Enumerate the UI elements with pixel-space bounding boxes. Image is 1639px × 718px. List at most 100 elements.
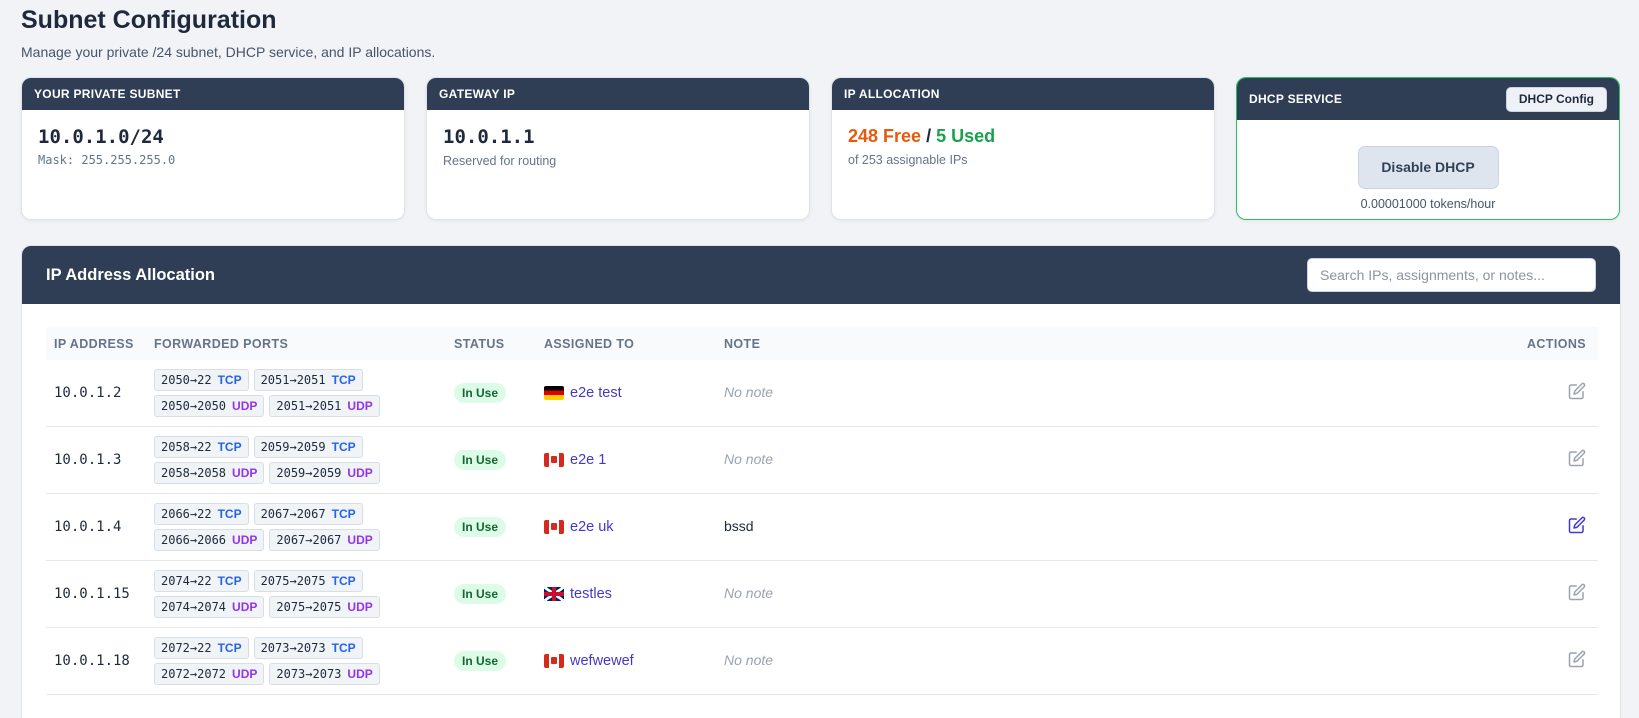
port-line: 2066→2066 UDP 2067→2067 UDP — [154, 529, 446, 551]
de-flag-icon — [544, 386, 564, 400]
edit-icon[interactable] — [1568, 516, 1586, 534]
search-input[interactable] — [1307, 258, 1596, 292]
free-count: 248 Free — [848, 126, 922, 146]
port-protocol: TCP — [331, 373, 356, 387]
port-chip: 2074→22 TCP — [154, 570, 249, 592]
port-mapping: 2058→22 — [161, 440, 212, 454]
ip-allocation-header: IP Address Allocation — [22, 246, 1620, 304]
port-chip: 2073→2073 TCP — [253, 637, 363, 659]
table-row: 10.0.1.15 2074→22 TCP 2075→2075 TCP 2074→2074… — [46, 561, 1598, 628]
gateway-card-header: GATEWAY IP — [427, 78, 809, 110]
edit-icon[interactable] — [1568, 650, 1586, 668]
ip-address: 10.0.1.3 — [54, 452, 122, 468]
port-mapping: 2066→2066 — [161, 533, 227, 547]
port-chip: 2072→22 TCP — [154, 637, 249, 659]
table-row: 10.0.1.2 2050→22 TCP 2051→2051 TCP 2050→2050 U… — [46, 360, 1598, 427]
port-chip: 2059→2059 UDP — [269, 462, 380, 484]
status-badge: In Use — [454, 584, 507, 604]
port-mapping: 2067→2067 — [276, 533, 342, 547]
port-protocol: UDP — [232, 667, 258, 681]
port-mapping: 2073→2073 — [276, 667, 342, 681]
port-protocol: TCP — [217, 373, 242, 387]
port-chip: 2067→2067 TCP — [253, 503, 363, 525]
port-mapping: 2058→2058 — [161, 466, 227, 480]
dhcp-card: DHCP SERVICE DHCP Config Disable DHCP 0.… — [1236, 77, 1620, 220]
port-mapping: 2051→2051 — [260, 373, 326, 387]
note: No note — [724, 652, 774, 668]
subnet-value: 10.0.1.0/24 — [38, 126, 164, 148]
assigned-to: e2e uk — [544, 519, 716, 535]
port-chip: 2072→2072 UDP — [154, 663, 265, 685]
port-chip: 2066→22 TCP — [154, 503, 249, 525]
port-mapping: 2072→22 — [161, 641, 212, 655]
port-mapping: 2074→22 — [161, 574, 212, 588]
port-mapping: 2067→2067 — [260, 507, 326, 521]
table-row: 10.0.1.4 2066→22 TCP 2067→2067 TCP 2066→2066 U… — [46, 494, 1598, 561]
edit-icon[interactable] — [1568, 382, 1586, 400]
note: No note — [724, 585, 774, 601]
port-protocol: UDP — [347, 667, 373, 681]
port-chip: 2067→2067 UDP — [269, 529, 380, 551]
port-line: 2074→2074 UDP 2075→2075 UDP — [154, 596, 446, 618]
edit-icon[interactable] — [1568, 449, 1586, 467]
port-mapping: 2050→22 — [161, 373, 212, 387]
port-chip: 2058→2058 UDP — [154, 462, 265, 484]
page: Subnet Configuration Manage your private… — [21, 0, 1621, 718]
assigned-to: e2e test — [544, 385, 716, 401]
port-mapping: 2075→2075 — [260, 574, 326, 588]
port-protocol: TCP — [217, 507, 242, 521]
assigned-to: wefwewef — [544, 653, 716, 669]
page-subtitle: Manage your private /24 subnet, DHCP ser… — [21, 44, 436, 60]
assigned-link[interactable]: wefwewef — [570, 653, 634, 669]
table-row: 10.0.1.3 2058→22 TCP 2059→2059 TCP 2058→2058 U… — [46, 427, 1598, 494]
ca-flag-icon — [544, 654, 564, 668]
edit-icon[interactable] — [1568, 583, 1586, 601]
status-badge: In Use — [454, 383, 507, 403]
allocation-card-header: IP ALLOCATION — [832, 78, 1214, 110]
assigned-to: testles — [544, 586, 716, 602]
port-mapping: 2050→2050 — [161, 399, 227, 413]
dhcp-card-title: DHCP SERVICE — [1249, 92, 1343, 106]
port-protocol: TCP — [217, 641, 242, 655]
port-protocol: UDP — [232, 533, 258, 547]
port-protocol: TCP — [331, 507, 356, 521]
subnet-mask: Mask: 255.255.255.0 — [38, 153, 176, 167]
subnet-card: YOUR PRIVATE SUBNET 10.0.1.0/24 Mask: 25… — [21, 77, 405, 220]
port-mapping: 2073→2073 — [260, 641, 326, 655]
port-mapping: 2059→2059 — [260, 440, 326, 454]
assigned-link[interactable]: testles — [570, 586, 612, 602]
dhcp-rate: 0.00001000 tokens/hour — [1360, 197, 1496, 211]
port-line: 2050→2050 UDP 2051→2051 UDP — [154, 395, 446, 417]
dhcp-config-button[interactable]: DHCP Config — [1505, 86, 1607, 112]
port-protocol: UDP — [232, 600, 258, 614]
port-protocol: TCP — [331, 440, 356, 454]
port-mapping: 2059→2059 — [276, 466, 342, 480]
port-chip: 2073→2073 UDP — [269, 663, 380, 685]
table-body: 10.0.1.2 2050→22 TCP 2051→2051 TCP 2050→2050 U… — [46, 360, 1598, 695]
port-chip: 2066→2066 UDP — [154, 529, 265, 551]
assigned-link[interactable]: e2e 1 — [570, 452, 606, 468]
port-line: 2058→2058 UDP 2059→2059 UDP — [154, 462, 446, 484]
disable-dhcp-button[interactable]: Disable DHCP — [1357, 146, 1499, 189]
ip-allocation-table: IP ADDRESS FORWARDED PORTS STATUS ASSIGN… — [46, 327, 1598, 695]
used-count: 5 Used — [936, 126, 996, 146]
allocation-card: IP ALLOCATION 248 Free / 5 Used of 253 a… — [831, 77, 1215, 220]
gateway-note: Reserved for routing — [443, 154, 557, 168]
port-protocol: TCP — [331, 641, 356, 655]
port-chip: 2074→2074 UDP — [154, 596, 265, 618]
port-chip: 2051→2051 TCP — [253, 369, 363, 391]
status-badge: In Use — [454, 450, 507, 470]
column-ip-address: IP ADDRESS — [54, 336, 134, 351]
subnet-card-header: YOUR PRIVATE SUBNET — [22, 78, 404, 110]
port-chip: 2059→2059 TCP — [253, 436, 363, 458]
ip-address: 10.0.1.2 — [54, 385, 122, 401]
assigned-link[interactable]: e2e test — [570, 385, 622, 401]
gateway-card: GATEWAY IP 10.0.1.1 Reserved for routing — [426, 77, 810, 220]
status-badge: In Use — [454, 651, 507, 671]
ip-address: 10.0.1.18 — [54, 653, 130, 669]
assigned-to: e2e 1 — [544, 452, 716, 468]
allocation-summary: 248 Free / 5 Used — [848, 126, 1198, 147]
dhcp-card-header: DHCP SERVICE DHCP Config — [1237, 78, 1619, 120]
assigned-link[interactable]: e2e uk — [570, 519, 614, 535]
gateway-value: 10.0.1.1 — [443, 126, 535, 148]
